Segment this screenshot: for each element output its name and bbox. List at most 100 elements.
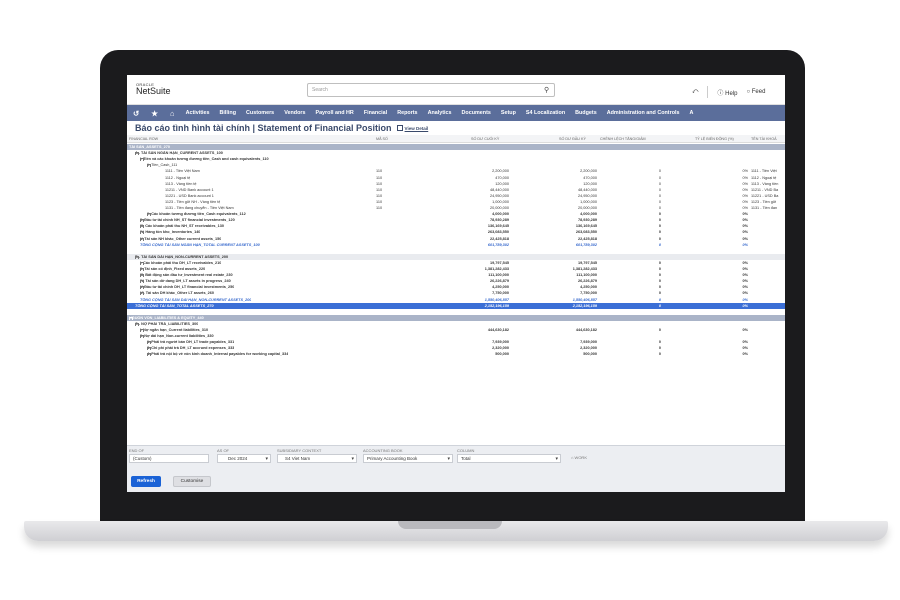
nav-item-more[interactable]: A	[684, 110, 698, 116]
cell-ten-tai-khoan: 1112 - Ngoại tệ	[751, 175, 777, 180]
nav-item-budgets[interactable]: Budgets	[570, 110, 602, 116]
collapse-toggle-icon[interactable]	[140, 237, 144, 241]
collapse-toggle-icon[interactable]	[140, 329, 144, 332]
row-label-text: 1123 - Tiền gửi NH - Vàng tiền tệ	[165, 199, 221, 204]
collapse-toggle-icon[interactable]	[135, 322, 139, 326]
col-ma-so[interactable]: MÃ SỐ	[376, 137, 388, 141]
collapse-toggle-icon[interactable]	[140, 268, 144, 271]
cell-chenh-lech: 0	[658, 346, 661, 351]
collapse-toggle-icon[interactable]	[140, 292, 144, 296]
cell-chenh-lech: 0	[658, 260, 661, 265]
search-placeholder: Search	[312, 87, 328, 93]
accounting-book-caption: ACCOUNTING BOOK	[363, 448, 403, 453]
feedback-link[interactable]: ○ Feed	[746, 89, 765, 95]
search-input[interactable]: Search ⚲	[307, 83, 555, 97]
nav-item-documents[interactable]: Documents	[457, 110, 496, 116]
cell-so-du-dau-ky: 7,939,000	[580, 340, 597, 345]
cell-chenh-lech: 0	[658, 279, 661, 284]
collapse-toggle-icon[interactable]	[147, 164, 151, 168]
collapse-toggle-icon[interactable]	[140, 335, 144, 339]
help-label: Help	[725, 90, 738, 97]
view-detail-icon[interactable]	[396, 125, 403, 131]
collapse-toggle-icon[interactable]	[135, 255, 139, 259]
cell-ty-le: 0%	[742, 193, 749, 198]
collapse-toggle-icon[interactable]	[140, 219, 144, 223]
search-icon[interactable]: ⚲	[544, 86, 554, 94]
row-label-text: C - NỢ PHẢI TRẢ_LIABILITIES_300	[135, 321, 199, 326]
collapse-toggle-icon[interactable]	[140, 280, 144, 284]
row-label: 11211 - VND Bank account 1	[165, 188, 214, 192]
netsuite-logo[interactable]: ORACLE NetSuite	[127, 83, 307, 96]
star-icon[interactable]: ★	[145, 109, 164, 118]
help-link[interactable]: ⓘ Help	[717, 88, 737, 97]
nav-item-vendors[interactable]: Vendors	[279, 110, 310, 116]
customise-button[interactable]: Customise	[173, 476, 211, 487]
col-so-du-cuoi-ky[interactable]: SỐ DƯ CUỐI KỲ	[471, 137, 499, 141]
end-of-input[interactable]: (Custom)	[129, 454, 209, 463]
work-label: WORK	[574, 455, 587, 460]
collapse-toggle-icon[interactable]	[140, 231, 144, 235]
collapse-toggle-icon[interactable]	[147, 347, 151, 351]
recent-records-icon[interactable]: ⤺	[692, 89, 698, 96]
column-select[interactable]: Total ▾	[457, 454, 561, 463]
nav-item-reports[interactable]: Reports	[392, 110, 422, 116]
row-label-text: 1131 - Tiền đang chuyển - Tiền Việt Nam	[165, 206, 234, 210]
cell-so-du-cuoi-ky: 2,320,000	[492, 346, 509, 351]
view-detail-link[interactable]: View Detail	[405, 126, 429, 131]
col-chenh-lech[interactable]: CHÊNH LỆCH TĂNG/GIẢM	[600, 137, 646, 141]
collapse-toggle-icon[interactable]	[147, 341, 151, 345]
as-of-select[interactable]: Dec 2024 ▾	[217, 454, 271, 463]
collapse-toggle-icon[interactable]	[135, 152, 139, 156]
nav-item-financial[interactable]: Financial	[359, 110, 392, 116]
chevron-down-icon: ▾	[555, 456, 558, 462]
accounting-book-select[interactable]: Primary Accounting Book ▾	[363, 454, 453, 463]
chevron-down-icon: ▾	[351, 456, 354, 462]
row-label: V. Tài sản NH khác_Other current assets_…	[140, 237, 221, 241]
work-link[interactable]: ⌂ WORK	[571, 455, 587, 460]
collapse-toggle-icon[interactable]	[140, 225, 144, 229]
cell-ty-le: 0%	[742, 175, 749, 180]
cell-so-du-dau-ky: 4,250,000	[580, 285, 597, 290]
cell-so-du-dau-ky: 120,000	[583, 181, 597, 186]
cell-so-du-dau-ky: 2,200,000	[580, 169, 597, 174]
nav-item-activities[interactable]: Activities	[181, 110, 215, 116]
nav-item-analytics[interactable]: Analytics	[423, 110, 457, 116]
col-so-du-dau-ky[interactable]: SỐ DƯ ĐẦU KỲ	[559, 137, 586, 141]
home-icon[interactable]: ⌂	[164, 109, 181, 118]
cell-so-du-dau-ky: 2,320,000	[580, 346, 597, 351]
row-label: I. Nợ ngắn hạn_Current liabilities_310	[140, 328, 208, 332]
cell-ty-le: 0%	[742, 297, 749, 302]
collapse-toggle-icon[interactable]	[147, 213, 151, 217]
collapse-toggle-icon[interactable]	[140, 274, 144, 278]
table-row[interactable]: 4. Phải trả nội bộ về vốn kinh doanh_Int…	[127, 351, 785, 357]
recent-icon[interactable]: ↺	[127, 109, 145, 118]
cell-ty-le: 0%	[742, 303, 749, 308]
cell-so-du-cuoi-ky: 2,200,000	[492, 169, 509, 174]
cell-ten-tai-khoan: 1111 - Tiền Việt	[751, 169, 777, 174]
cell-ty-le: 0%	[742, 352, 749, 357]
col-financial-row[interactable]: FINANCIAL ROW	[129, 137, 158, 141]
cell-so-du-cuoi-ky: 601,789,302	[487, 242, 509, 247]
report-table: TÀI SẢN_ASSETS_270 A - TÀI SẢN NGẮN HẠN_C…	[127, 143, 785, 439]
nav-item-payroll[interactable]: Payroll and HR	[310, 110, 358, 116]
nav-item-s4-localization[interactable]: S4 Localization	[521, 110, 570, 116]
subsidiary-select[interactable]: S4 Viet Nam ▾	[277, 454, 357, 463]
collapse-toggle-icon[interactable]	[140, 158, 144, 162]
row-label: 1112 - Ngoại tệ	[165, 176, 190, 180]
cell-so-du-cuoi-ky: 111,100,000	[488, 273, 509, 278]
nav-item-setup[interactable]: Setup	[496, 110, 521, 116]
nav-item-administration[interactable]: Administration and Controls	[602, 110, 685, 116]
cell-ten-tai-khoan: 11211 - VND Ba	[751, 187, 779, 192]
collapse-toggle-icon[interactable]	[129, 316, 133, 320]
nav-item-billing[interactable]: Billing	[215, 110, 241, 116]
end-of-field: END OF (Custom)	[129, 448, 209, 463]
collapse-toggle-icon[interactable]	[147, 353, 151, 357]
nav-item-customers[interactable]: Customers	[241, 110, 279, 116]
collapse-toggle-icon[interactable]	[140, 286, 144, 290]
collapse-toggle-icon[interactable]	[140, 261, 144, 265]
cell-so-du-dau-ky: 22,425,818	[577, 236, 597, 241]
cell-so-du-cuoi-ky: 7,939,000	[492, 340, 509, 345]
col-ten-tai-khoan[interactable]: TÊN TÀI KHOẢ	[751, 137, 777, 141]
col-ty-le-bien-dong[interactable]: TỶ LỆ BIẾN ĐỘNG (%)	[695, 137, 734, 141]
refresh-button[interactable]: Refresh	[131, 476, 161, 487]
